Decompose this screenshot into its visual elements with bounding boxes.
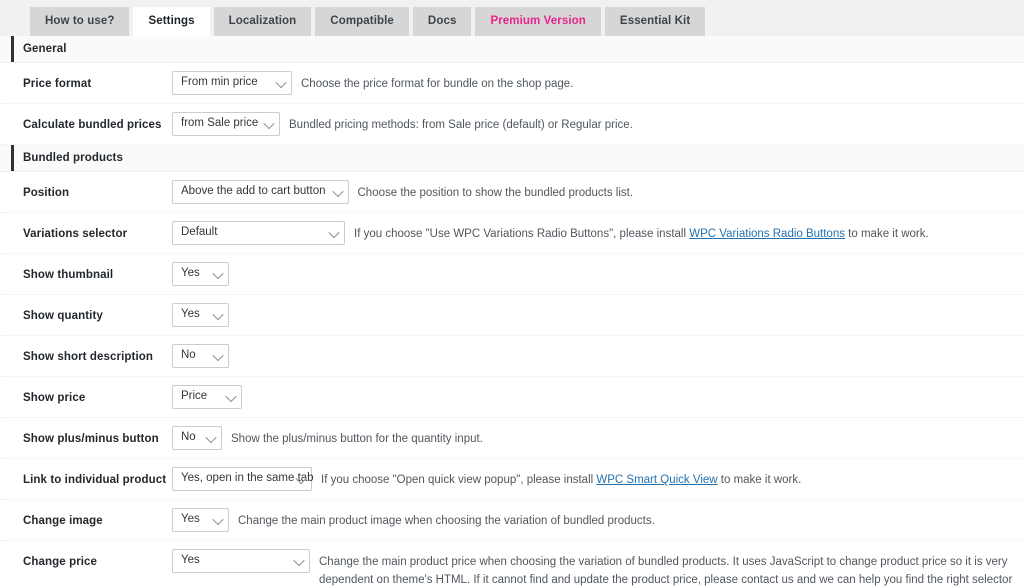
label-calculate-bundled-prices: Calculate bundled prices bbox=[23, 119, 162, 131]
chevron-down-icon bbox=[212, 513, 224, 526]
field-show-short-description: No bbox=[172, 336, 1024, 376]
desc-variations-selector: If you choose "Use WPC Variations Radio … bbox=[345, 221, 1024, 244]
select-change-image[interactable]: Yes bbox=[172, 508, 229, 532]
select-show-plus-minus-button-value: No bbox=[181, 431, 196, 444]
desc-calculate-bundled-prices: Bundled pricing methods: from Sale price… bbox=[289, 119, 633, 131]
select-show-quantity-value: Yes bbox=[181, 308, 200, 321]
select-show-price-value: Price bbox=[181, 390, 208, 403]
label-price-format: Price format bbox=[23, 78, 92, 90]
settings-panel: General Price format From min price Choo… bbox=[0, 36, 1024, 586]
desc-change-price: Change the main product price when choos… bbox=[319, 556, 1013, 586]
chevron-down-icon bbox=[275, 76, 287, 89]
tab-localization[interactable]: Localization bbox=[213, 6, 312, 36]
chevron-down-icon bbox=[328, 226, 340, 239]
field-show-price: Price bbox=[172, 377, 1024, 417]
field-link-to-individual-product: Yes, open in the same tab If you choose … bbox=[172, 459, 1024, 499]
select-change-price[interactable]: Yes bbox=[172, 549, 310, 573]
row-show-quantity: Show quantity Yes bbox=[0, 295, 1024, 336]
field-show-thumbnail: Yes bbox=[172, 254, 1024, 294]
select-calculate-bundled-prices-value: from Sale price bbox=[181, 117, 259, 130]
field-change-image: Yes Change the main product image when c… bbox=[172, 500, 1024, 540]
desc-link-to-individual-product: If you choose "Open quick view popup", p… bbox=[312, 467, 1024, 490]
chevron-down-icon bbox=[263, 117, 275, 130]
desc-link-to-individual-product-before: If you choose "Open quick view popup", p… bbox=[321, 474, 597, 486]
select-change-image-value: Yes bbox=[181, 513, 200, 526]
select-calculate-bundled-prices[interactable]: from Sale price bbox=[172, 112, 280, 136]
select-show-plus-minus-button[interactable]: No bbox=[172, 426, 222, 450]
link-wpc-smart-quick-view[interactable]: WPC Smart Quick View bbox=[596, 474, 717, 486]
label-variations-selector: Variations selector bbox=[23, 228, 128, 240]
desc-link-to-individual-product-after: to make it work. bbox=[717, 474, 802, 486]
row-show-plus-minus-button: Show plus/minus button No Show the plus/… bbox=[0, 418, 1024, 459]
chevron-down-icon bbox=[212, 308, 224, 321]
tab-compatible[interactable]: Compatible bbox=[315, 6, 409, 36]
row-change-image: Change image Yes Change the main product… bbox=[0, 500, 1024, 541]
select-show-thumbnail-value: Yes bbox=[181, 267, 200, 280]
label-position: Position bbox=[23, 187, 70, 199]
desc-change-image: Change the main product image when choos… bbox=[238, 515, 655, 527]
row-price-format: Price format From min price Choose the p… bbox=[0, 63, 1024, 104]
field-price-format: From min price Choose the price format f… bbox=[172, 63, 1024, 103]
chevron-down-icon bbox=[331, 185, 344, 198]
field-show-plus-minus-button: No Show the plus/minus button for the qu… bbox=[172, 418, 1024, 458]
tab-bar: How to use? Settings Localization Compat… bbox=[0, 0, 1024, 36]
tab-premium-version[interactable]: Premium Version bbox=[475, 6, 601, 36]
tab-essential-kit[interactable]: Essential Kit bbox=[604, 6, 706, 36]
select-show-short-description[interactable]: No bbox=[172, 344, 229, 368]
section-header-bundled-products: Bundled products bbox=[0, 145, 1024, 172]
label-show-price: Show price bbox=[23, 392, 86, 404]
row-show-price: Show price Price bbox=[0, 377, 1024, 418]
row-variations-selector: Variations selector Default If you choos… bbox=[0, 213, 1024, 254]
row-calculate-bundled-prices: Calculate bundled prices from Sale price… bbox=[0, 104, 1024, 145]
label-show-quantity: Show quantity bbox=[23, 310, 103, 322]
desc-price-format: Choose the price format for bundle on th… bbox=[301, 78, 574, 90]
desc-variations-selector-after: to make it work. bbox=[844, 228, 929, 240]
tab-settings[interactable]: Settings bbox=[133, 6, 210, 36]
select-link-to-individual-product-value: Yes, open in the same tab bbox=[181, 472, 314, 485]
row-show-short-description: Show short description No bbox=[0, 336, 1024, 377]
label-change-image: Change image bbox=[23, 515, 103, 527]
chevron-down-icon bbox=[212, 349, 224, 362]
label-link-to-individual-product: Link to individual product bbox=[23, 474, 167, 486]
settings-page: How to use? Settings Localization Compat… bbox=[0, 0, 1024, 586]
chevron-down-icon bbox=[205, 431, 217, 444]
select-show-thumbnail[interactable]: Yes bbox=[172, 262, 229, 286]
field-show-quantity: Yes bbox=[172, 295, 1024, 335]
select-show-quantity[interactable]: Yes bbox=[172, 303, 229, 327]
section-header-general: General bbox=[0, 36, 1024, 63]
desc-show-plus-minus-button: Show the plus/minus button for the quant… bbox=[231, 433, 483, 445]
chevron-down-icon bbox=[212, 267, 224, 280]
section-title-bundled-products: Bundled products bbox=[23, 152, 123, 164]
select-price-format[interactable]: From min price bbox=[172, 71, 292, 95]
row-position: Position Above the add to cart button Ch… bbox=[0, 172, 1024, 213]
desc-position: Choose the position to show the bundled … bbox=[357, 187, 634, 199]
row-change-price: Change price Yes Change the main product… bbox=[0, 541, 1024, 586]
select-position-value: Above the add to cart button bbox=[181, 185, 326, 198]
field-calculate-bundled-prices: from Sale price Bundled pricing methods:… bbox=[172, 104, 1024, 144]
select-show-short-description-value: No bbox=[181, 349, 196, 362]
select-change-price-value: Yes bbox=[181, 554, 200, 567]
select-show-price[interactable]: Price bbox=[172, 385, 242, 409]
select-variations-selector-value: Default bbox=[181, 226, 218, 239]
label-show-plus-minus-button: Show plus/minus button bbox=[23, 433, 159, 445]
select-position[interactable]: Above the add to cart button bbox=[172, 180, 349, 204]
field-change-price: Yes Change the main product price when c… bbox=[172, 541, 1024, 586]
tab-how-to-use[interactable]: How to use? bbox=[30, 6, 130, 36]
select-variations-selector[interactable]: Default bbox=[172, 221, 345, 245]
chevron-down-icon bbox=[293, 554, 305, 567]
select-link-to-individual-product[interactable]: Yes, open in the same tab bbox=[172, 467, 314, 491]
label-show-short-description: Show short description bbox=[23, 351, 153, 363]
select-price-format-value: From min price bbox=[181, 76, 258, 89]
row-show-thumbnail: Show thumbnail Yes bbox=[0, 254, 1024, 295]
field-position: Above the add to cart button Choose the … bbox=[172, 172, 1024, 212]
label-show-thumbnail: Show thumbnail bbox=[23, 269, 114, 281]
row-link-to-individual-product: Link to individual product Yes, open in … bbox=[0, 459, 1024, 500]
chevron-down-icon bbox=[225, 390, 237, 403]
section-title-general: General bbox=[23, 43, 67, 55]
desc-variations-selector-before: If you choose "Use WPC Variations Radio … bbox=[354, 228, 690, 240]
link-wpc-variations-radio-buttons[interactable]: WPC Variations Radio Buttons bbox=[689, 228, 845, 240]
tab-docs[interactable]: Docs bbox=[412, 6, 472, 36]
field-variations-selector: Default If you choose "Use WPC Variation… bbox=[172, 213, 1024, 253]
label-change-price: Change price bbox=[23, 556, 98, 568]
